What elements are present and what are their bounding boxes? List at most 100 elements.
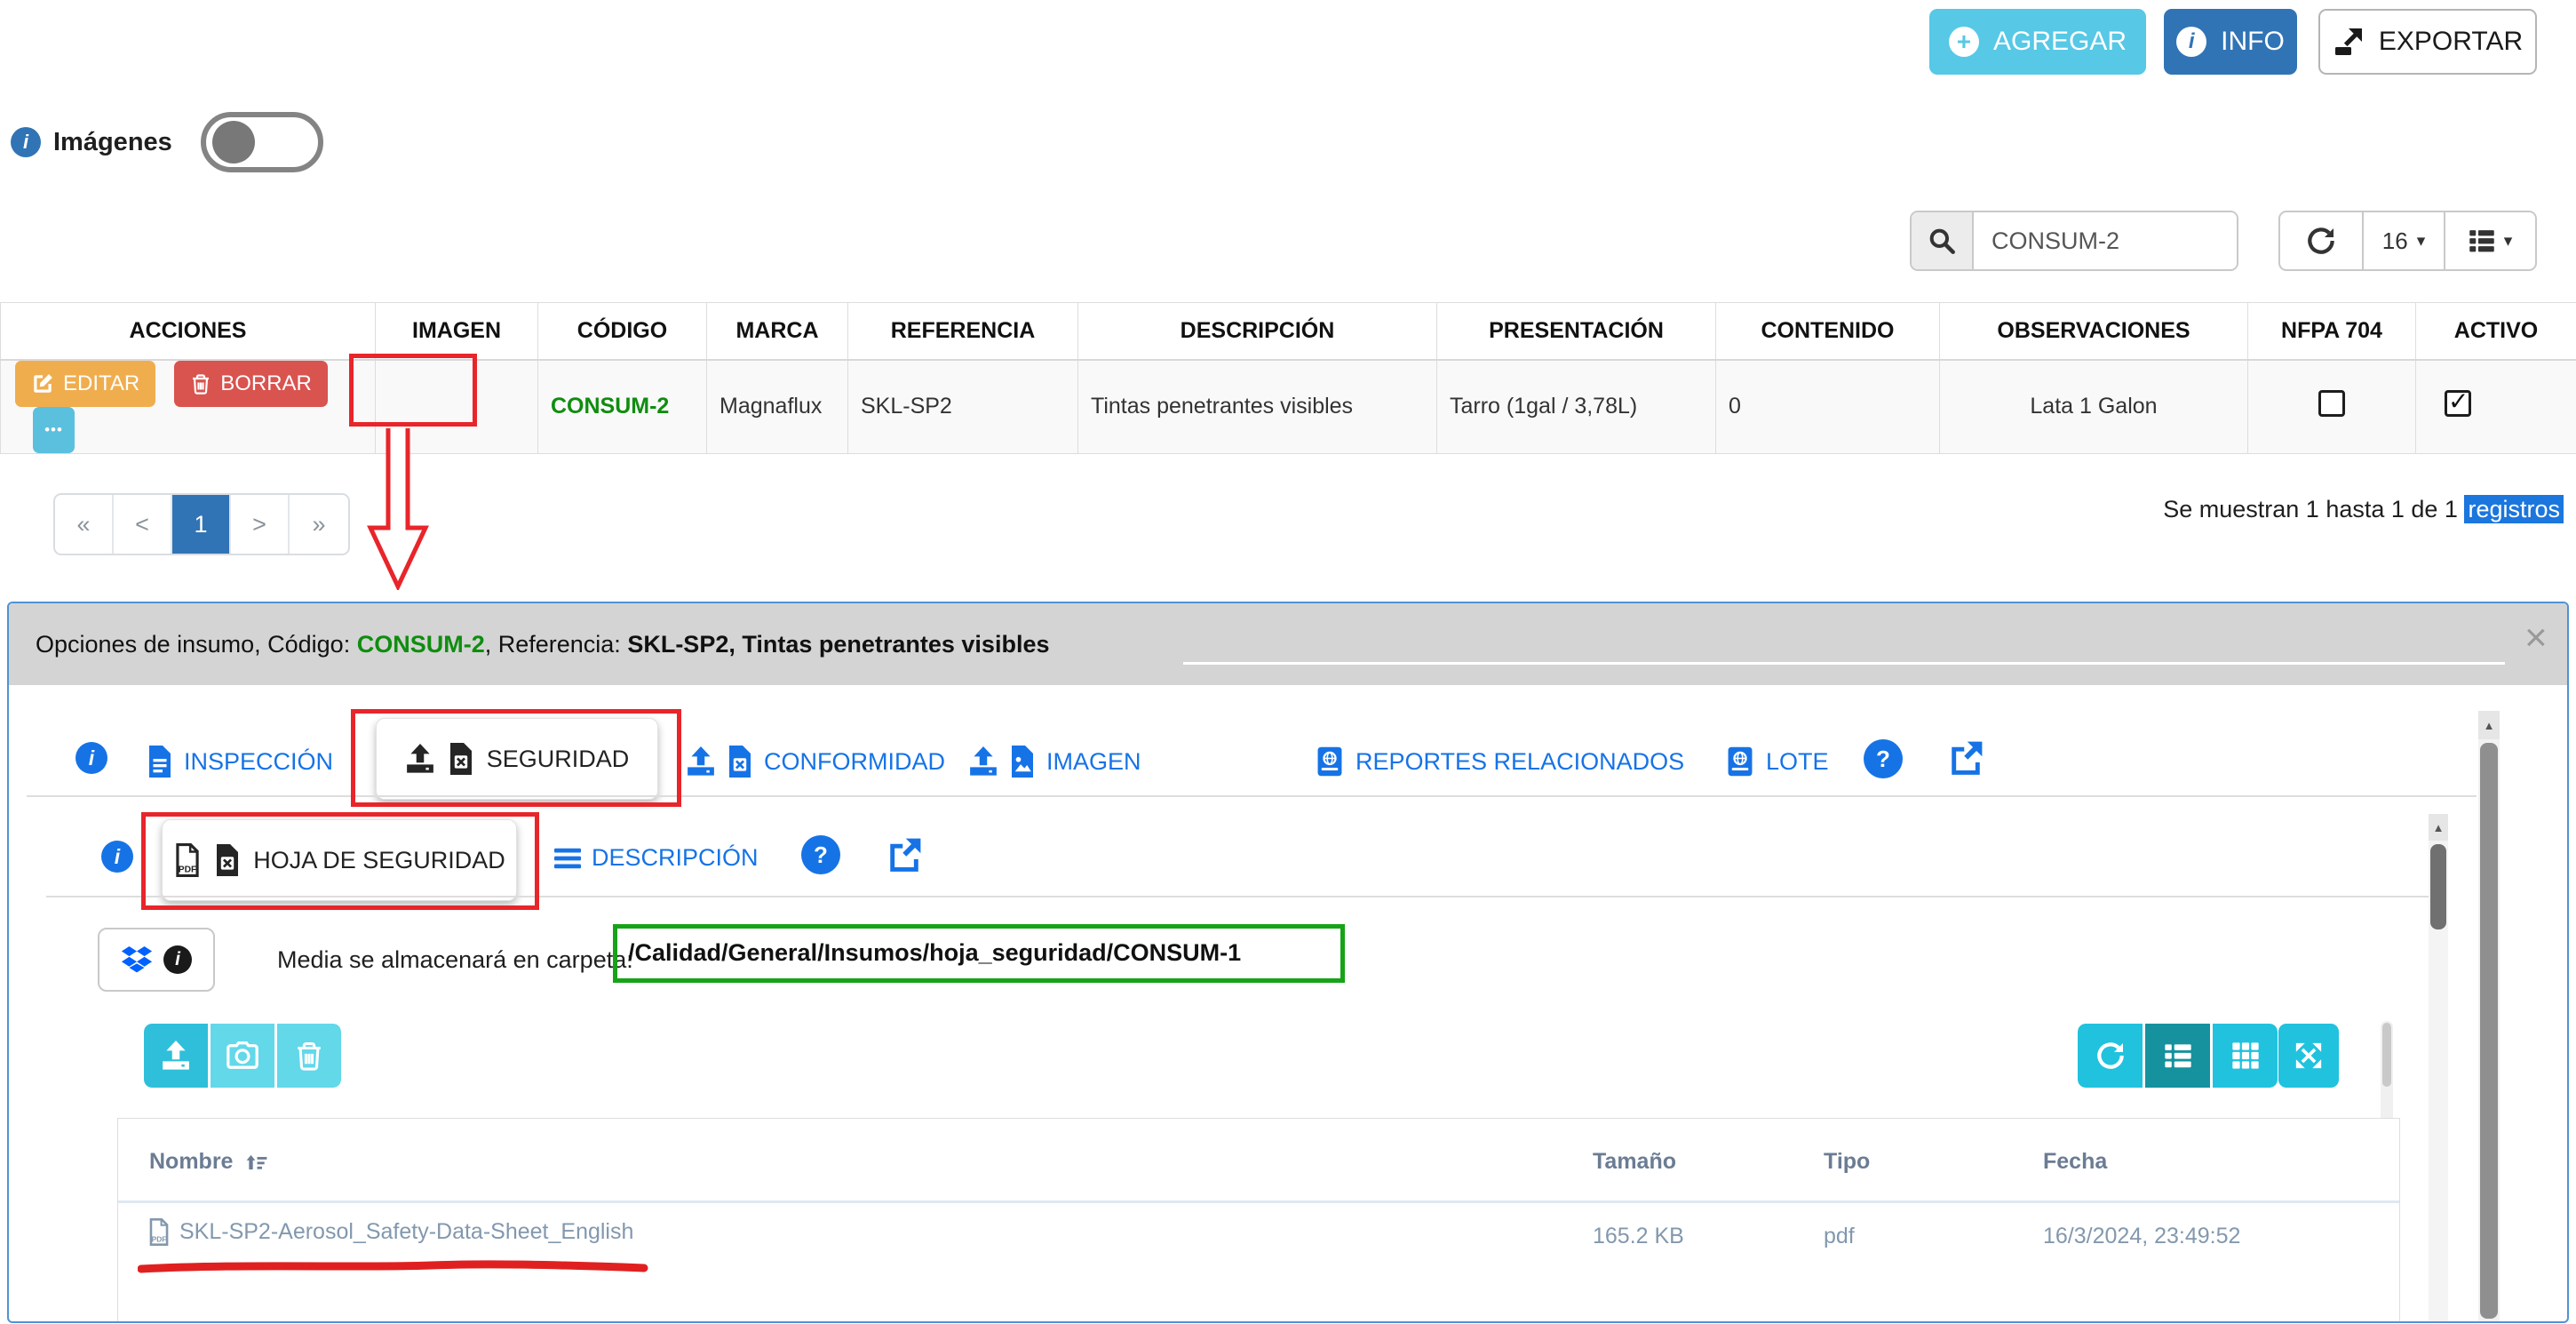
- marca-cell: Magnaflux: [707, 360, 848, 454]
- agregar-button[interactable]: + AGREGAR: [1929, 9, 2146, 75]
- scroll-up-icon[interactable]: ▲: [2478, 711, 2500, 739]
- borrar-button[interactable]: BORRAR: [174, 361, 328, 407]
- images-toggle-label: Imágenes: [53, 128, 172, 157]
- scroll-up-icon[interactable]: ▲: [2429, 814, 2448, 841]
- files-scrollbar-thumb[interactable]: [2382, 1023, 2391, 1087]
- external-link-icon[interactable]: [886, 836, 923, 873]
- more-options-button[interactable]: •••: [33, 407, 75, 453]
- dropbox-icon: [121, 945, 153, 975]
- tab-lote[interactable]: LOTE: [1725, 746, 1829, 778]
- referencia-cell: SKL-SP2: [848, 360, 1078, 454]
- observaciones-cell: Lata 1 Galon: [1940, 360, 2248, 454]
- dropbox-button[interactable]: i: [98, 928, 215, 992]
- grid-view-button[interactable]: [2213, 1024, 2278, 1088]
- col-contenido: CONTENIDO: [1716, 303, 1940, 360]
- table-controls: 16 ▾ ▾: [2278, 211, 2537, 271]
- editar-label: EDITAR: [63, 371, 139, 396]
- caret-down-icon: ▾: [2417, 231, 2426, 251]
- acciones-cell: EDITAR BORRAR •••: [1, 360, 376, 454]
- images-toggle[interactable]: [201, 112, 323, 172]
- media-toolbar-right: [2078, 1024, 2278, 1088]
- passport-icon: [1725, 746, 1755, 778]
- page-last-button[interactable]: »: [290, 495, 348, 554]
- file-row-name-link[interactable]: SKL-SP2-Aerosol_Safety-Data-Sheet_Englis…: [147, 1218, 633, 1246]
- list-view-button[interactable]: [2145, 1024, 2210, 1088]
- info-circle-icon[interactable]: i: [76, 742, 107, 774]
- file-type: pdf: [1824, 1224, 1855, 1249]
- search-input[interactable]: [1974, 212, 2237, 269]
- file-col-tamano[interactable]: Tamaño: [1593, 1149, 1676, 1175]
- file-image-icon: [1009, 746, 1036, 778]
- fullscreen-button[interactable]: [2278, 1024, 2339, 1088]
- col-referencia: REFERENCIA: [848, 303, 1078, 360]
- view-dropdown[interactable]: ▾: [2444, 212, 2535, 269]
- col-nfpa: NFPA 704: [2248, 303, 2416, 360]
- page-current-button[interactable]: 1: [172, 495, 231, 554]
- agregar-label: AGREGAR: [1993, 27, 2127, 57]
- file-col-nombre[interactable]: Nombre: [149, 1149, 268, 1175]
- tab-inspeccion[interactable]: INSPECCIÓN: [147, 746, 333, 778]
- refresh-button[interactable]: [2280, 212, 2362, 269]
- question-circle-icon[interactable]: ?: [801, 835, 840, 874]
- records-summary: Se muestran 1 hasta 1 de 1 registros: [2163, 496, 2564, 523]
- caret-down-icon: ▾: [2504, 231, 2513, 251]
- file-excel-icon: [214, 844, 241, 876]
- modal-scrollbar[interactable]: ▲: [2478, 711, 2500, 1321]
- info-circle-icon: i: [2176, 27, 2206, 57]
- refresh-icon: [2307, 227, 2335, 255]
- modal-scrollbar-thumb[interactable]: [2480, 743, 2498, 1319]
- external-link-icon[interactable]: [1947, 739, 1984, 777]
- refresh-files-button[interactable]: [2078, 1024, 2143, 1088]
- annotation-red-arrow: [366, 428, 430, 590]
- activo-checkbox[interactable]: [2445, 390, 2471, 417]
- subtab-hoja-de-seguridad[interactable]: HOJA DE SEGURIDAD: [162, 819, 517, 901]
- file-col-tipo[interactable]: Tipo: [1824, 1149, 1870, 1175]
- modal-title-middle: , Referencia:: [485, 631, 628, 658]
- question-circle-icon[interactable]: ?: [1864, 739, 1903, 778]
- annotation-green-box-media-path: /Calidad/General/Insumos/hoja_seguridad/…: [613, 924, 1345, 983]
- opciones-insumo-modal: Opciones de insumo, Código: CONSUM-2, Re…: [7, 602, 2569, 1323]
- col-codigo: CÓDIGO: [538, 303, 707, 360]
- trash-icon: [190, 373, 211, 395]
- upload-file-button[interactable]: [144, 1024, 208, 1088]
- delete-file-button[interactable]: [277, 1024, 341, 1088]
- tab-conformidad[interactable]: CONFORMIDAD: [686, 746, 945, 778]
- tab-seguridad-label: SEGURIDAD: [487, 746, 630, 773]
- media-toolbar-left: [144, 1024, 341, 1088]
- subtab-descripcion[interactable]: DESCRIPCIÓN: [554, 844, 759, 872]
- images-toggle-row: i Imágenes: [11, 112, 323, 172]
- exportar-button[interactable]: EXPORTAR: [2318, 9, 2537, 75]
- content-scrollbar[interactable]: ▲: [2429, 814, 2448, 1323]
- file-col-fecha[interactable]: Fecha: [2043, 1149, 2107, 1175]
- page-size-dropdown[interactable]: 16 ▾: [2362, 212, 2444, 269]
- page-next-button[interactable]: >: [231, 495, 290, 554]
- page-first-button[interactable]: «: [55, 495, 114, 554]
- modal-close-icon[interactable]: ×: [2524, 616, 2548, 660]
- tab-conformidad-label: CONFORMIDAD: [764, 748, 945, 776]
- passport-icon: [1315, 746, 1345, 778]
- camera-button[interactable]: [211, 1024, 274, 1088]
- tab-seguridad[interactable]: SEGURIDAD: [376, 718, 658, 800]
- tab-imagen[interactable]: IMAGEN: [968, 746, 1141, 778]
- search-addon: [1912, 212, 1974, 269]
- info-button[interactable]: i INFO: [2164, 9, 2297, 75]
- codigo-cell: CONSUM-2: [538, 360, 707, 454]
- subtab-hoja-label: HOJA DE SEGURIDAD: [253, 847, 505, 874]
- tab-reportes-relacionados[interactable]: REPORTES RELACIONADOS: [1315, 746, 1684, 778]
- modal-header-line: [1183, 662, 2505, 665]
- borrar-label: BORRAR: [220, 371, 312, 396]
- media-folder-label: Media se almacenará en carpeta:: [277, 928, 633, 992]
- content-scrollbar-thumb[interactable]: [2430, 844, 2446, 929]
- nfpa-checkbox[interactable]: [2318, 390, 2345, 417]
- pdf-file-icon: [147, 1218, 171, 1246]
- grid-view-icon: [2231, 1041, 2260, 1070]
- tab-reportes-label: REPORTES RELACIONADOS: [1356, 748, 1684, 776]
- modal-title-rest: SKL-SP2, Tintas penetrantes visibles: [627, 631, 1049, 658]
- annotation-red-underline-file: [138, 1259, 649, 1275]
- info-circle-icon[interactable]: i: [101, 841, 133, 873]
- table-view-icon: [2469, 227, 2495, 254]
- tab-imagen-label: IMAGEN: [1046, 748, 1141, 776]
- editar-button[interactable]: EDITAR: [15, 361, 155, 407]
- page-prev-button[interactable]: <: [114, 495, 172, 554]
- col-imagen: IMAGEN: [376, 303, 538, 360]
